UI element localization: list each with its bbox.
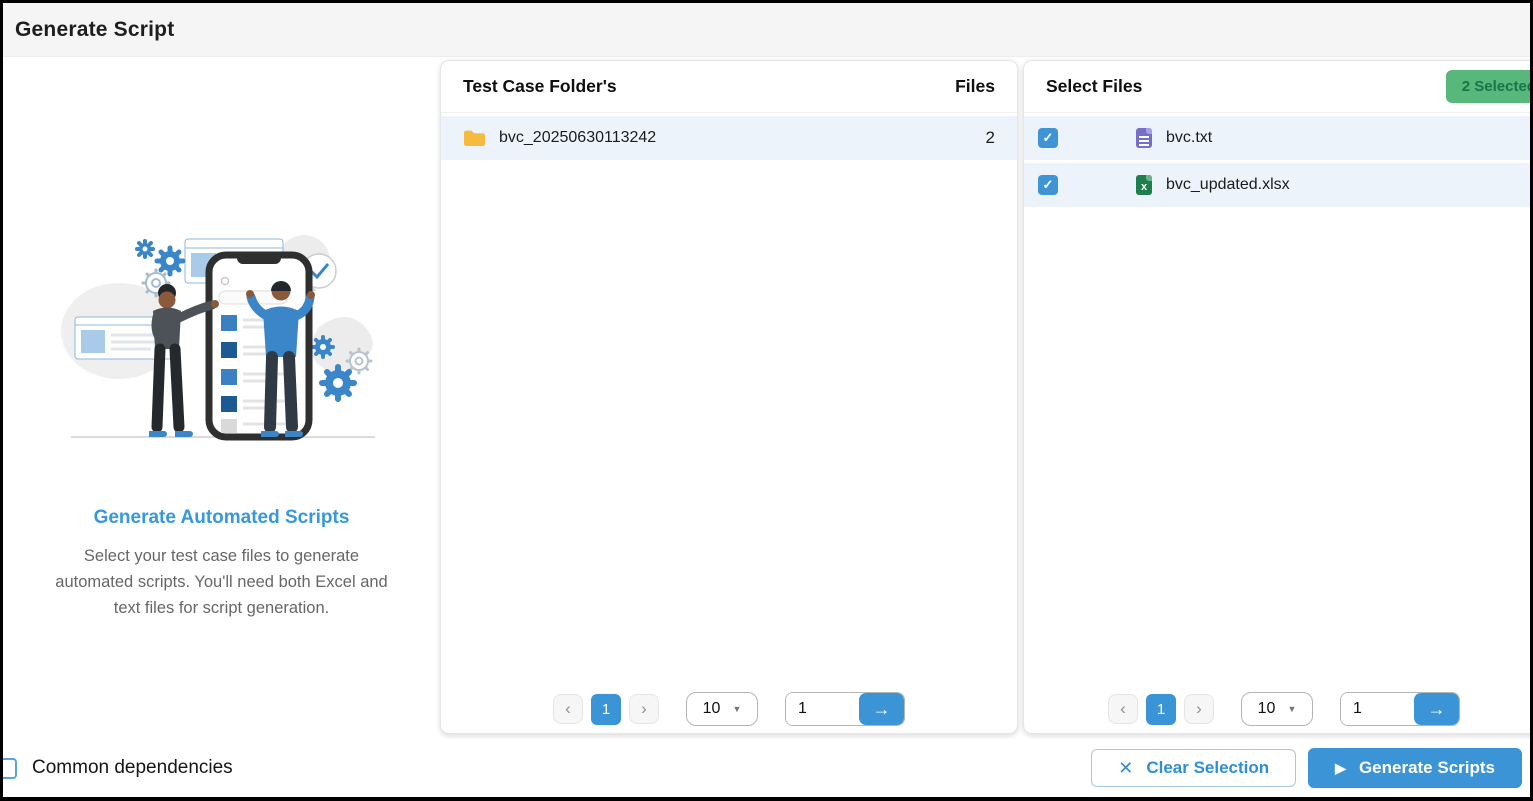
- prev-page-button[interactable]: ‹: [1108, 694, 1138, 724]
- files-panel-header: Select Files 2 Selected: [1024, 61, 1530, 113]
- goto-page-group: →: [785, 692, 905, 726]
- select-files-panel: Select Files 2 Selected ✓ bvc.txt ✓ x bv…: [1023, 60, 1530, 734]
- people-phone-illustration: [60, 235, 375, 441]
- folder-icon: [464, 130, 485, 146]
- current-page-button[interactable]: 1: [1146, 693, 1176, 725]
- folders-panel-header: Test Case Folder's Files: [441, 61, 1017, 113]
- file-checkbox[interactable]: ✓: [1038, 175, 1058, 195]
- goto-page-button[interactable]: →: [859, 693, 904, 725]
- chevron-left-icon: ‹: [1120, 699, 1126, 718]
- selected-count-badge: 2 Selected: [1445, 70, 1530, 103]
- txt-file-icon: [1136, 128, 1152, 148]
- goto-page-group: →: [1340, 692, 1460, 726]
- info-description: Select your test case files to generate …: [55, 547, 388, 617]
- files-panel-title: Select Files: [1046, 76, 1143, 96]
- generate-script-window: Generate Script Generate Automated Scrip…: [0, 0, 1533, 801]
- dropdown-arrow-icon: ▼: [1287, 704, 1297, 714]
- file-row[interactable]: ✓ x bvc_updated.xlsx: [1024, 163, 1530, 207]
- page-size-dropdown[interactable]: 10 ▼: [1241, 692, 1313, 726]
- prev-page-button[interactable]: ‹: [553, 694, 583, 724]
- files-column-header: Files: [955, 76, 995, 96]
- gear-icon: [134, 239, 155, 259]
- gear-outline-icon: [345, 347, 372, 375]
- page-title: Generate Script: [15, 17, 175, 41]
- page-size-value: 10: [1257, 700, 1276, 717]
- folder-name: bvc_20250630113242: [499, 129, 657, 146]
- next-page-button[interactable]: ›: [629, 694, 659, 724]
- check-icon: ✓: [1042, 177, 1054, 192]
- info-column: Generate Automated Scripts Select your t…: [3, 57, 440, 621]
- goto-page-input[interactable]: [1341, 693, 1414, 725]
- arrow-right-icon: →: [1427, 698, 1446, 719]
- arrow-right-icon: →: [872, 698, 891, 719]
- folders-panel-title: Test Case Folder's: [463, 76, 617, 96]
- page-size-value: 10: [702, 700, 721, 717]
- test-case-folders-panel: Test Case Folder's Files bvc_20250630113…: [440, 60, 1018, 734]
- file-checkbox[interactable]: ✓: [1038, 128, 1058, 148]
- folder-row[interactable]: bvc_20250630113242 2: [441, 116, 1017, 160]
- generate-scripts-button[interactable]: ▶ Generate Scripts: [1308, 748, 1522, 788]
- files-list: ✓ bvc.txt ✓ x bvc_updated.xlsx: [1024, 113, 1530, 207]
- titlebar: Generate Script: [3, 3, 1530, 57]
- clear-selection-label: Clear Selection: [1146, 758, 1270, 777]
- chevron-left-icon: ‹: [565, 699, 571, 718]
- common-dependencies-checkbox[interactable]: [3, 757, 17, 779]
- file-name: bvc.txt: [1166, 129, 1213, 146]
- gear-icon: [154, 245, 185, 277]
- check-icon: ✓: [1042, 130, 1054, 145]
- footer-bar: Common dependencies ✕ Clear Selection ▶ …: [3, 739, 1530, 797]
- chevron-right-icon: ›: [641, 699, 647, 718]
- file-row[interactable]: ✓ bvc.txt: [1024, 116, 1530, 160]
- clear-x-icon: ✕: [1118, 757, 1134, 778]
- dropdown-arrow-icon: ▼: [732, 704, 742, 714]
- clear-selection-button[interactable]: ✕ Clear Selection: [1091, 749, 1297, 787]
- folders-list: bvc_20250630113242 2: [441, 113, 1017, 160]
- folder-file-count: 2: [985, 128, 995, 147]
- common-dependencies-label: Common dependencies: [32, 757, 233, 778]
- next-page-button[interactable]: ›: [1184, 694, 1214, 724]
- file-name: bvc_updated.xlsx: [1166, 176, 1290, 193]
- play-icon: ▶: [1335, 759, 1346, 776]
- gear-icon: [310, 335, 335, 359]
- gear-icon: [318, 364, 357, 402]
- xlsx-file-icon: x: [1136, 175, 1152, 195]
- page-size-dropdown[interactable]: 10 ▼: [686, 692, 758, 726]
- chevron-right-icon: ›: [1196, 699, 1202, 718]
- files-pagination: ‹ 1 › 10 ▼ →: [1024, 692, 1530, 726]
- goto-page-button[interactable]: →: [1414, 693, 1459, 725]
- folders-pagination: ‹ 1 › 10 ▼ →: [441, 692, 1017, 726]
- generate-scripts-label: Generate Scripts: [1358, 758, 1495, 777]
- goto-page-input[interactable]: [786, 693, 859, 725]
- info-heading: Generate Automated Scripts: [93, 507, 350, 528]
- current-page-button[interactable]: 1: [591, 693, 621, 725]
